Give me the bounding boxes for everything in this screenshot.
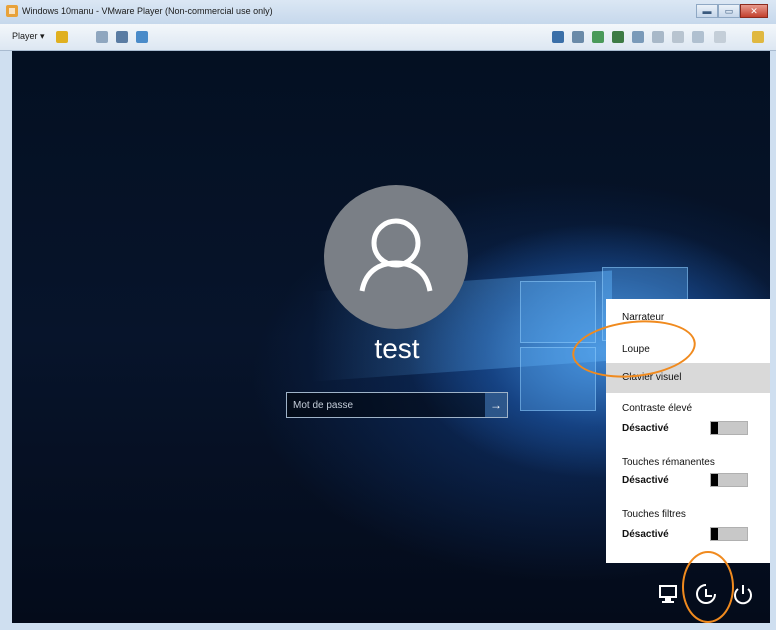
vmware-toolbar: Player ▾ [0,24,776,51]
toggle-state-filtres: Désactivé [622,529,669,540]
filtres-toggle[interactable] [710,527,748,541]
display-icon[interactable] [692,31,704,43]
minimize-button[interactable]: ▬ [696,4,718,18]
send-ctrl-alt-del-icon[interactable] [96,31,108,43]
maximize-button[interactable]: ▭ [718,4,740,18]
hard-disk-icon[interactable] [572,31,584,43]
sound-card-icon[interactable] [652,31,664,43]
power-icon[interactable] [732,583,754,605]
toggle-label-remanentes: Touches rémanentes [622,457,715,468]
unity-icon[interactable] [136,31,148,43]
password-input[interactable] [287,393,485,417]
window-controls: ▬ ▭ ✕ [696,4,768,18]
toggle-knob [711,422,718,434]
toggle-state-remanentes: Désactivé [622,475,669,486]
vmware-window: Windows 10manu - VMware Player (Non-comm… [0,0,776,630]
printer-icon[interactable] [672,31,684,43]
toggle-state-contraste: Désactivé [622,423,669,434]
pause-icon[interactable] [56,31,68,43]
full-screen-icon[interactable] [116,31,128,43]
toggle-label-contraste: Contraste élevé [622,403,693,414]
window-title: Windows 10manu - VMware Player (Non-comm… [22,6,273,16]
network-icon[interactable] [658,583,680,605]
windows-logo-pane [520,281,596,343]
toggle-knob [711,474,718,486]
submit-arrow-button[interactable]: → [485,393,507,417]
cd-drive-icon[interactable] [592,31,604,43]
contraste-toggle[interactable] [710,421,748,435]
folder-icon[interactable] [752,31,764,43]
message-log-icon[interactable] [714,31,726,43]
close-button[interactable]: ✕ [740,4,768,18]
password-box: → [286,392,508,418]
username-label: test [374,333,420,364]
player-menu-button[interactable]: Player ▾ [12,31,45,42]
user-avatar [324,185,468,329]
remanentes-toggle[interactable] [710,473,748,487]
network-adapter-icon[interactable] [612,31,624,43]
ease-of-access-highlight-circle [682,551,734,623]
title-bar: Windows 10manu - VMware Player (Non-comm… [0,0,776,24]
usb-icon[interactable] [632,31,644,43]
toggle-label-filtres: Touches filtres [622,509,686,520]
vmware-app-icon [6,5,18,17]
vm-screen[interactable]: test → Narrateur Loupe Clavier visuel Co… [12,51,770,623]
toggle-knob [711,528,718,540]
user-icon [359,218,433,292]
removable-devices-icon[interactable] [552,31,564,43]
